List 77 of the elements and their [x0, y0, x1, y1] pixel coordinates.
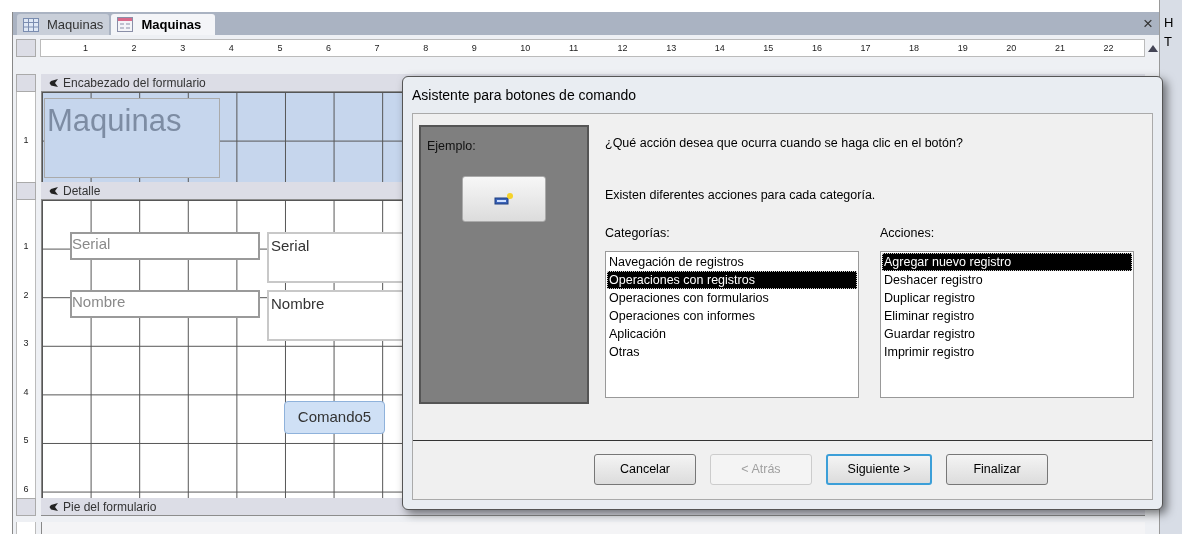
document-tab[interactable]: Maquinas: [111, 14, 216, 35]
example-label: Ejemplo:: [426, 138, 476, 155]
ruler-number: 8: [423, 43, 430, 53]
dialog-button[interactable]: Cancelar: [594, 454, 696, 485]
section-title: Detalle: [63, 182, 101, 200]
ruler-number: 1: [23, 136, 29, 145]
table-icon: [23, 17, 39, 32]
ruler-corner[interactable]: [16, 39, 36, 57]
command-button[interactable]: Comando5: [284, 401, 385, 434]
list-item[interactable]: Otras: [607, 343, 857, 361]
ruler-number: 17: [860, 43, 872, 53]
section-selector[interactable]: [16, 74, 36, 92]
list-item[interactable]: Duplicar registro: [882, 289, 1132, 307]
section-title: Pie del formulario: [63, 498, 157, 516]
dialog-button[interactable]: Siguiente >: [826, 454, 932, 485]
ruler-number: 1: [83, 43, 89, 53]
document-tab[interactable]: Maquinas: [17, 14, 110, 35]
list-item[interactable]: Operaciones con informes: [607, 307, 857, 325]
ruler-number: 11: [568, 43, 580, 53]
list-item[interactable]: Operaciones con registros: [607, 271, 857, 289]
close-button[interactable]: ×: [1137, 15, 1159, 32]
section-title: Encabezado del formulario: [63, 74, 206, 92]
list-item[interactable]: Guardar registro: [882, 325, 1132, 343]
ruler-number: 22: [1103, 43, 1114, 53]
ruler-number: 6: [325, 43, 332, 53]
section-selector[interactable]: [16, 498, 36, 516]
ruler-number: 2: [131, 43, 138, 53]
list-item[interactable]: Eliminar registro: [882, 307, 1132, 325]
ruler-number: 15: [763, 43, 775, 53]
ruler-number: 5: [277, 43, 284, 53]
pane-title: H: [1164, 14, 1175, 32]
list-item[interactable]: Agregar nuevo registro: [882, 253, 1132, 271]
tab-label: Maquinas: [141, 15, 202, 34]
ruler-number: 9: [471, 43, 478, 53]
tab-label: Maquinas: [47, 15, 104, 34]
ruler-number: 4: [228, 43, 235, 53]
list-item[interactable]: Operaciones con formularios: [607, 289, 857, 307]
ruler-number: 18: [909, 43, 921, 53]
ruler-number: 19: [957, 43, 969, 53]
ruler-number: 21: [1054, 43, 1066, 53]
list-label: Acciones:: [880, 225, 936, 239]
ruler-number: 4: [23, 387, 29, 397]
pane-tab[interactable]: T: [1164, 34, 1182, 50]
ruler-number: 20: [1006, 43, 1018, 53]
list-box[interactable]: Navegación de registros Operaciones con registros Operaciones con formularios Operaciones con informes Aplicación Otras: [605, 251, 859, 398]
list-item[interactable]: Aplicación: [607, 325, 857, 343]
ruler-number: 14: [714, 43, 726, 53]
list-item[interactable]: Navegación de registros: [607, 253, 857, 271]
question-text: ¿Qué acción desea que ocurra cuando se haga clic en el botón?: [605, 135, 964, 149]
form-icon: [117, 17, 134, 32]
hint-text: Existen diferentes acciones para cada categoría.: [605, 187, 877, 201]
ruler-number: 13: [666, 43, 678, 53]
list-box[interactable]: Agregar nuevo registro Deshacer registro Duplicar registro Eliminar registro Guardar registro Imprimir registro: [880, 251, 1134, 398]
ruler-number: 16: [811, 43, 823, 53]
list-item[interactable]: Deshacer registro: [882, 271, 1132, 289]
new-record-icon: [494, 191, 514, 206]
dialog-button[interactable]: Finalizar: [946, 454, 1048, 485]
section-arrow-icon: [49, 77, 59, 88]
ruler-number: 1: [23, 242, 29, 251]
field-label[interactable]: Serial: [70, 232, 260, 260]
ruler-number: 7: [374, 43, 381, 53]
section-arrow-icon: [49, 501, 59, 512]
section-arrow-icon: [49, 185, 59, 196]
ruler-number: 6: [23, 484, 29, 494]
ruler-number: 2: [23, 290, 29, 300]
ruler-number: 12: [617, 43, 629, 53]
list-item[interactable]: Imprimir registro: [882, 343, 1132, 361]
section-selector[interactable]: [16, 182, 36, 200]
vertical-ruler: [16, 522, 36, 534]
ruler-number: 5: [23, 436, 29, 446]
field-label[interactable]: Nombre: [70, 290, 260, 318]
ruler-number: 3: [23, 339, 29, 349]
scroll-up-icon[interactable]: [1148, 44, 1158, 52]
ruler-number: 3: [180, 43, 187, 53]
list-label: Categorías:: [605, 225, 671, 239]
dialog-title: Asistente para botones de comando: [412, 85, 637, 105]
ruler-number: 10: [520, 43, 532, 53]
